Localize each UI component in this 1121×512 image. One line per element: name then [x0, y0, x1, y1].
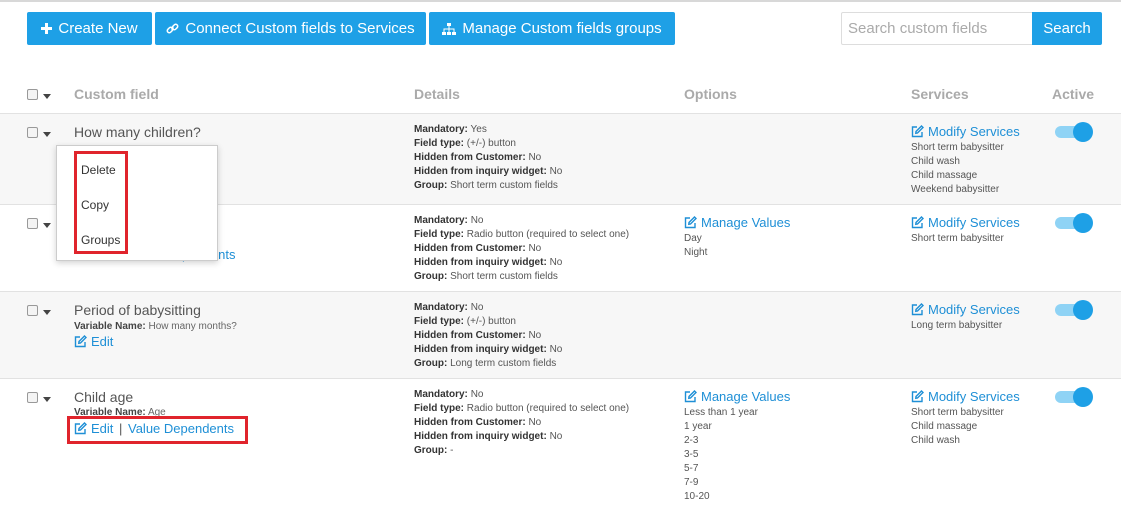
plus-icon	[41, 23, 53, 34]
modify-services-link[interactable]: Modify Services	[911, 124, 1020, 139]
active-toggle[interactable]	[1055, 300, 1093, 320]
manage-values-link[interactable]: Manage Values	[684, 389, 790, 404]
active-toggle[interactable]	[1055, 122, 1093, 142]
search-button[interactable]: Search	[1032, 12, 1102, 45]
active-toggle[interactable]	[1055, 387, 1093, 407]
column-header-options: Options	[684, 86, 737, 102]
edit-icon	[684, 390, 697, 403]
connect-services-label: Connect Custom fields to Services	[185, 20, 415, 37]
field-details: Mandatory: No Field type: (+/-) button H…	[414, 302, 563, 369]
edit-icon	[911, 390, 924, 403]
manage-values-link[interactable]: Manage Values	[684, 215, 790, 230]
manage-groups-label: Manage Custom fields groups	[462, 20, 662, 37]
edit-icon	[74, 422, 87, 435]
field-title: How many children?	[74, 124, 201, 140]
options-list: Less than 1 year 1 year 2-3 3-5 5-7 7-9 …	[684, 407, 758, 502]
column-header-active: Active	[1052, 86, 1095, 102]
top-divider	[0, 0, 1121, 2]
options-list: Day Night	[684, 233, 708, 258]
row-actions-caret-icon[interactable]	[43, 397, 51, 402]
row-actions-dropdown: Delete Copy Groups	[56, 145, 218, 261]
manage-groups-button[interactable]: Manage Custom fields groups	[429, 12, 675, 45]
row-checkbox[interactable]	[27, 305, 38, 316]
modify-services-link[interactable]: Modify Services	[911, 215, 1020, 230]
column-header-services: Services	[911, 86, 969, 102]
bulk-actions-caret-icon[interactable]	[43, 94, 51, 99]
select-all-checkbox[interactable]	[27, 89, 38, 100]
row-actions-caret-icon[interactable]	[43, 132, 51, 137]
table-row: Period of babysitting Variable Name: How…	[0, 291, 1121, 379]
field-details: Mandatory: No Field type: Radio button (…	[414, 389, 630, 456]
search-input[interactable]	[841, 12, 1045, 45]
modify-services-link[interactable]: Modify Services	[911, 389, 1020, 404]
row-checkbox[interactable]	[27, 392, 38, 403]
create-new-button[interactable]: Create New	[27, 12, 152, 45]
dropdown-item-delete[interactable]: Delete	[81, 163, 116, 177]
field-title: Child age	[74, 389, 134, 405]
edit-link[interactable]: Edit	[74, 421, 113, 436]
toggle-knob	[1073, 122, 1093, 142]
connect-services-button[interactable]: Connect Custom fields to Services	[155, 12, 426, 45]
link-separator: |	[119, 421, 123, 436]
row-actions-caret-icon[interactable]	[43, 223, 51, 228]
row-checkbox[interactable]	[27, 218, 38, 229]
row-checkbox[interactable]	[27, 127, 38, 138]
edit-icon	[911, 303, 924, 316]
field-details: Mandatory: No Field type: Radio button (…	[414, 215, 630, 282]
edit-icon	[74, 335, 87, 348]
variable-name: Variable Name: How many months?	[74, 321, 237, 332]
row-actions-caret-icon[interactable]	[43, 310, 51, 315]
variable-name: Variable Name: Age	[74, 407, 166, 418]
field-title: Period of babysitting	[74, 302, 201, 318]
services-list: Short term babysitter Child massage Chil…	[911, 407, 1004, 446]
edit-icon	[911, 216, 924, 229]
link-icon	[166, 23, 179, 34]
toggle-knob	[1073, 387, 1093, 407]
table-row: Child age Variable Name: Age Edit | Valu…	[0, 378, 1121, 512]
dropdown-item-copy[interactable]: Copy	[81, 198, 109, 212]
services-list: Short term babysitter	[911, 233, 1004, 244]
create-new-label: Create New	[58, 20, 138, 37]
edit-icon	[684, 216, 697, 229]
value-dependents-link[interactable]: Value Dependents	[128, 421, 234, 436]
column-header-details: Details	[414, 86, 460, 102]
active-toggle[interactable]	[1055, 213, 1093, 233]
modify-services-link[interactable]: Modify Services	[911, 302, 1020, 317]
services-list: Long term babysitter	[911, 320, 1003, 331]
search-button-label: Search	[1043, 20, 1091, 37]
toggle-knob	[1073, 213, 1093, 233]
field-details: Mandatory: Yes Field type: (+/-) button …	[414, 124, 563, 191]
column-header-custom-field: Custom field	[74, 86, 159, 102]
toggle-knob	[1073, 300, 1093, 320]
dropdown-item-groups[interactable]: Groups	[81, 233, 120, 247]
sitemap-icon	[442, 22, 457, 35]
services-list: Short term babysitter Child wash Child m…	[911, 142, 1004, 195]
edit-icon	[911, 125, 924, 138]
edit-link[interactable]: Edit	[74, 334, 113, 349]
